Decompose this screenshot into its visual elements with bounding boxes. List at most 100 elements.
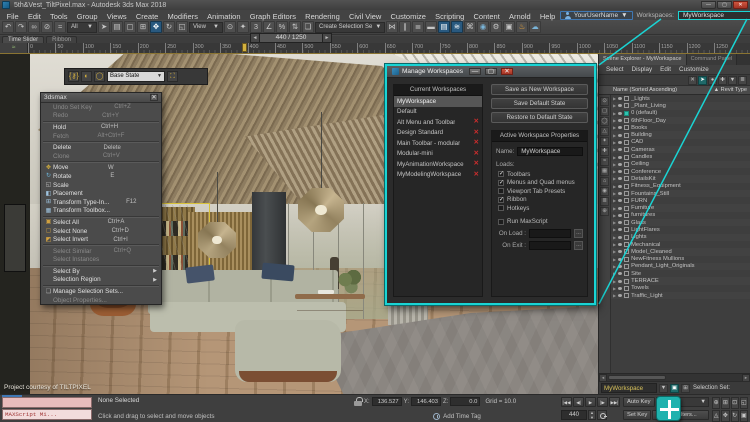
- expand-arrow-icon[interactable]: ▶: [613, 147, 616, 152]
- scene-explorer-row[interactable]: ▶ _Plant_Living: [611, 102, 750, 110]
- delete-objects-icon[interactable]: ▼: [728, 75, 737, 85]
- expand-arrow-icon[interactable]: ▶: [613, 155, 616, 160]
- z-coordinate-field[interactable]: 0.0: [450, 397, 481, 406]
- explorer-menu-item[interactable]: Edit: [657, 66, 674, 73]
- expand-arrow-icon[interactable]: ▶: [613, 118, 616, 123]
- visibility-eye-icon[interactable]: [618, 170, 623, 174]
- menu-item[interactable]: Create: [131, 12, 163, 21]
- camera-state-icon[interactable]: ⛶: [167, 71, 178, 82]
- visibility-eye-icon[interactable]: [618, 184, 623, 188]
- scene-explorer-row[interactable]: ▶ Pendant_Light_Originals: [611, 262, 750, 271]
- close-button[interactable]: ✕: [733, 1, 748, 9]
- expand-arrow-icon[interactable]: ▶: [613, 169, 616, 174]
- visibility-eye-icon[interactable]: [618, 199, 623, 203]
- display-layers-icon[interactable]: ≣: [600, 197, 609, 206]
- workspace-row[interactable]: Modular-mini ✕: [394, 149, 482, 160]
- isolate-selection-icon[interactable]: ▣: [670, 383, 679, 393]
- browse-button[interactable]: …: [574, 241, 583, 250]
- expand-arrow-icon[interactable]: ▶: [613, 140, 616, 145]
- auto-key-button[interactable]: Auto Key: [623, 397, 655, 407]
- dialog-action-button[interactable]: Save as New Workspace: [491, 84, 588, 95]
- tab-command-panel[interactable]: Command Panel: [686, 54, 738, 65]
- visibility-eye-icon[interactable]: [618, 221, 623, 225]
- visibility-eye-icon[interactable]: [618, 104, 623, 108]
- menu-item[interactable]: Hold Ctrl+H ▶: [41, 123, 161, 132]
- track-bar-ticks[interactable]: 0 50 100 150 200 250 300 350 400 450 500 550 600 650 7…: [28, 43, 750, 53]
- delete-workspace-icon[interactable]: ✕: [474, 171, 479, 179]
- menu-item[interactable]: Delete Delete ▶: [41, 143, 161, 152]
- pick-mode-icon[interactable]: ➤: [698, 75, 707, 85]
- menu-item[interactable]: Views: [102, 12, 131, 21]
- zoom-icon[interactable]: ⊕: [712, 397, 721, 409]
- time-slider-frame-box[interactable]: ◄ 440 / 1250 ►: [250, 33, 332, 43]
- display-shapes-icon[interactable]: ◯: [600, 117, 609, 126]
- menu-item[interactable]: Placement ▶: [41, 189, 161, 198]
- explorer-column-headers[interactable]: Name (Sorted Ascending) ▲ Revit Type: [599, 86, 750, 95]
- visibility-eye-icon[interactable]: [618, 162, 623, 166]
- checkbox-icon[interactable]: [498, 205, 504, 212]
- find-icon[interactable]: ✕: [688, 75, 697, 85]
- current-frame-field[interactable]: 440: [561, 410, 587, 420]
- menu-item[interactable]: Customize: [386, 12, 431, 21]
- expand-arrow-icon[interactable]: ▶: [613, 257, 616, 262]
- scene-explorer-row[interactable]: ▶ Building: [611, 131, 750, 139]
- menu-item[interactable]: Redo Ctrl+Y ▶: [41, 112, 161, 121]
- on-exit-field[interactable]: [529, 241, 571, 250]
- menu-item[interactable]: Clone Ctrl+V ▶: [41, 152, 161, 161]
- expand-arrow-icon[interactable]: ▶: [613, 242, 616, 247]
- visibility-eye-icon[interactable]: [618, 264, 623, 268]
- base-state-dropdown[interactable]: Base State ▼: [107, 71, 165, 82]
- context-menu-title-bar[interactable]: 3dsmax ✕: [41, 93, 161, 103]
- load-option-checkbox[interactable]: Ribbon: [496, 196, 583, 205]
- checkbox-icon[interactable]: [498, 179, 504, 186]
- menu-item[interactable]: Select None Ctrl+D ▶: [41, 227, 161, 236]
- expand-arrow-icon[interactable]: ▶: [613, 235, 616, 240]
- delete-workspace-icon[interactable]: ✕: [474, 129, 479, 137]
- display-geometry-icon[interactable]: ▢: [600, 107, 609, 116]
- visibility-eye-icon[interactable]: [618, 243, 623, 247]
- key-brackets-icon[interactable]: {⚷}: [68, 71, 79, 82]
- expand-arrow-icon[interactable]: ▶: [613, 191, 616, 196]
- expand-arrow-icon[interactable]: ▶: [613, 125, 616, 130]
- expand-arrow-icon[interactable]: ▶: [613, 133, 616, 138]
- display-materials-icon[interactable]: ◉: [600, 187, 609, 196]
- scene-explorer-row[interactable]: ▶ Cameras: [611, 146, 750, 154]
- orbit-icon[interactable]: ↻: [730, 410, 739, 422]
- visibility-eye-icon[interactable]: [618, 235, 623, 239]
- named-selection-set-field[interactable]: MyWorkspace: [601, 383, 657, 393]
- menu-item[interactable]: Modifiers: [163, 12, 203, 21]
- menu-item[interactable]: Transform Toolbox... ▶: [41, 207, 161, 216]
- scene-explorer-row[interactable]: ▶ DetailsKit: [611, 175, 750, 183]
- expand-arrow-icon[interactable]: ▶: [613, 249, 616, 254]
- scene-explorer-row[interactable]: ▶ _Lights: [611, 95, 750, 102]
- expand-arrow-icon[interactable]: ▶: [613, 103, 616, 108]
- type-column-header[interactable]: ▲ Revit Type: [714, 87, 750, 93]
- visibility-eye-icon[interactable]: [618, 148, 623, 152]
- checkbox-icon[interactable]: [498, 188, 504, 195]
- scrollbar-thumb[interactable]: [608, 375, 666, 380]
- menu-item[interactable]: Rotate E ▶: [41, 172, 161, 181]
- explorer-menu-item[interactable]: Customize: [676, 66, 712, 73]
- scene-explorer-row[interactable]: ▶ TERRACE: [611, 277, 750, 285]
- display-spacewarps-icon[interactable]: ≈: [600, 157, 609, 166]
- expand-arrow-icon[interactable]: ▶: [613, 184, 616, 189]
- mini-curve-editor-button[interactable]: ≈: [0, 43, 28, 53]
- display-helpers-icon[interactable]: ✚: [600, 147, 609, 156]
- horizontal-scrollbar[interactable]: ◄ ►: [599, 373, 750, 382]
- checkbox-icon[interactable]: [498, 218, 504, 225]
- scene-explorer-row[interactable]: ▶ Mechanical: [611, 241, 750, 248]
- maximize-viewport-icon[interactable]: ▣: [739, 410, 748, 422]
- add-objects-icon[interactable]: ✚: [718, 75, 727, 85]
- menu-item[interactable]: Undo Set Key Ctrl+Z ▶: [41, 103, 161, 112]
- delete-workspace-icon[interactable]: ✕: [474, 160, 479, 168]
- menu-item[interactable]: Group: [72, 12, 102, 21]
- scene-explorer-row[interactable]: ▶ Furniture: [611, 204, 750, 212]
- pan-icon[interactable]: ✥: [721, 410, 730, 422]
- time-slider-handle[interactable]: [242, 43, 247, 52]
- maximize-button[interactable]: ▢: [717, 1, 732, 9]
- display-cameras-icon[interactable]: ✦: [600, 137, 609, 146]
- expand-arrow-icon[interactable]: ▶: [613, 213, 616, 218]
- workspace-row[interactable]: Design Standard ✕: [394, 128, 482, 139]
- field-of-view-icon[interactable]: ◬: [712, 410, 721, 422]
- explorer-menu-item[interactable]: Display: [629, 66, 656, 73]
